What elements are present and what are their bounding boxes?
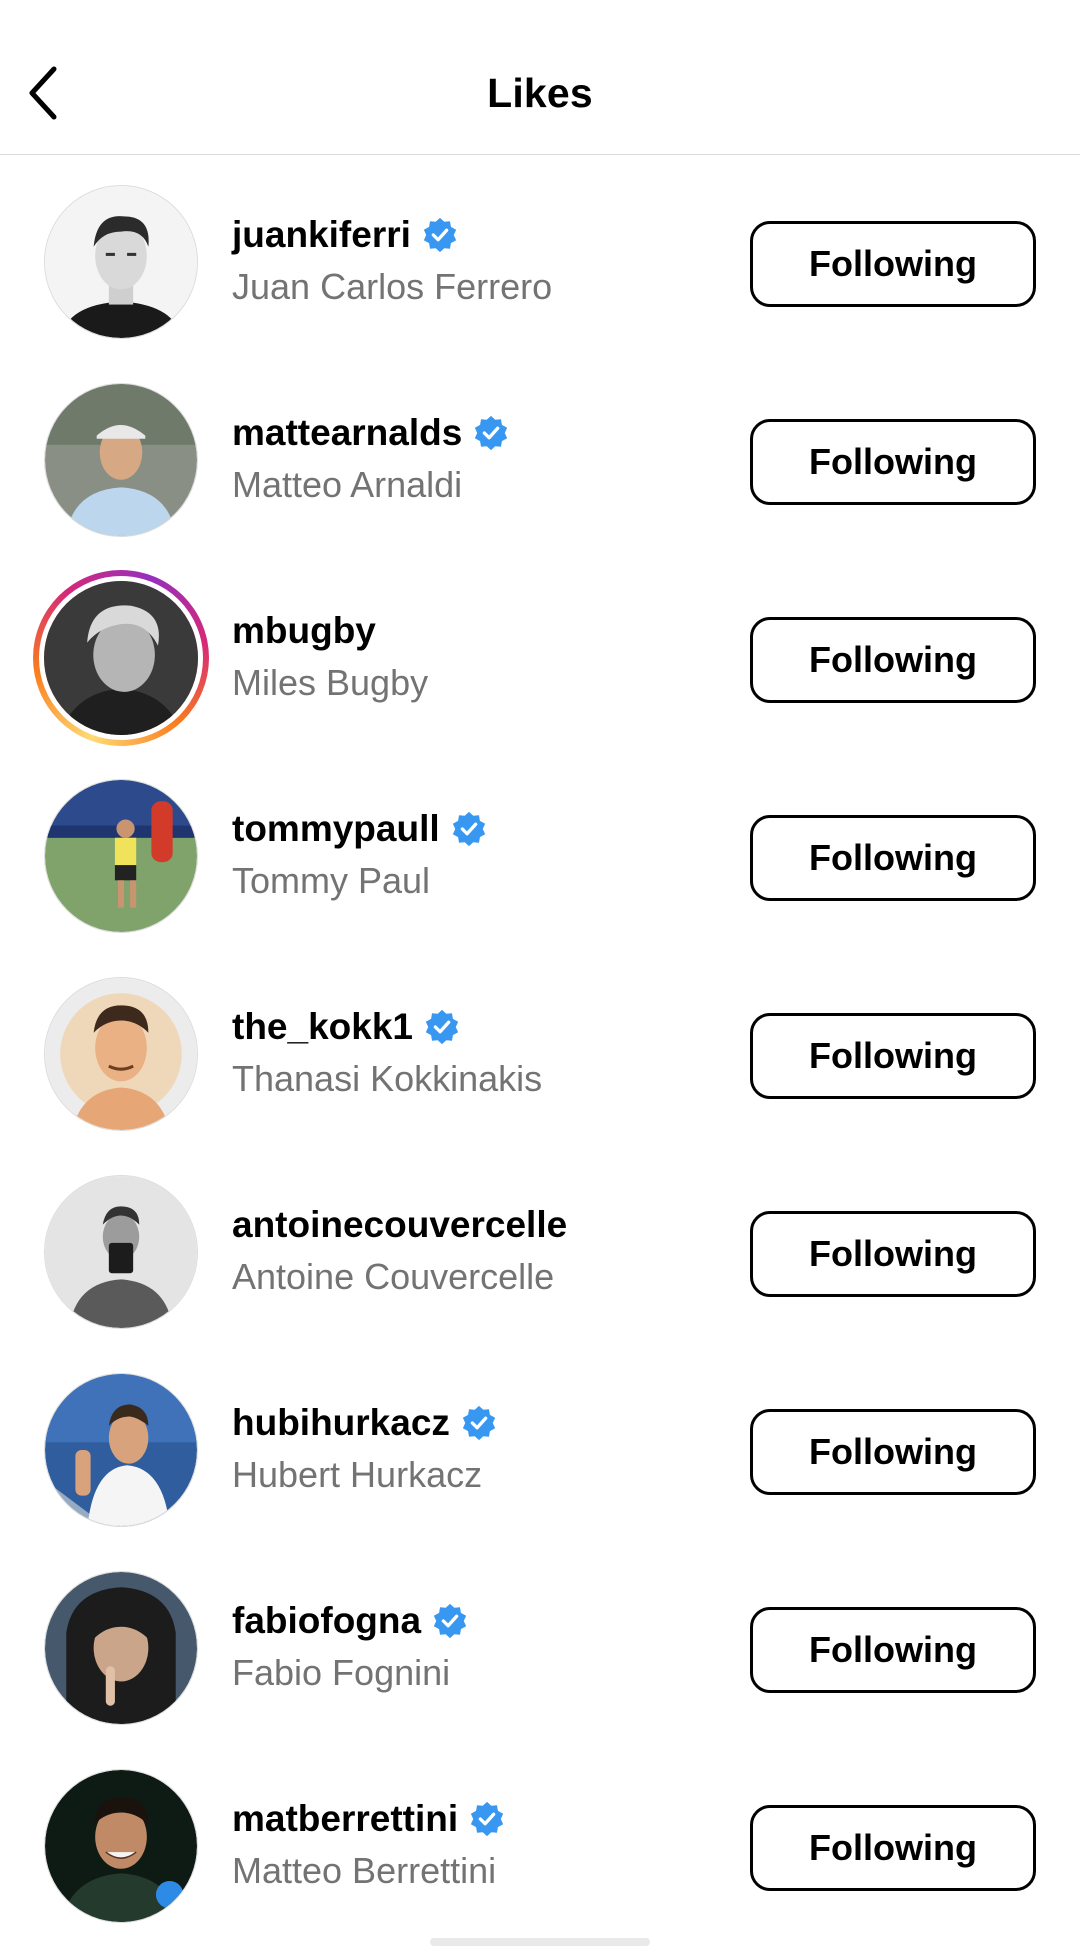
- verified-badge-icon: [462, 1405, 496, 1441]
- home-indicator[interactable]: [430, 1938, 650, 1946]
- verified-badge-icon: [425, 1009, 459, 1045]
- page-title: Likes: [487, 70, 593, 116]
- full-name: Juan Carlos Ferrero: [232, 266, 553, 307]
- profile-photo-icon: [45, 384, 197, 536]
- list-item[interactable]: mbugby Miles Bugby Following: [0, 566, 1080, 764]
- username[interactable]: juankiferri: [232, 214, 411, 256]
- list-item[interactable]: fabiofogna Fabio Fognini Following: [0, 1556, 1080, 1754]
- following-button[interactable]: Following: [750, 419, 1036, 505]
- full-name: Antoine Couvercelle: [232, 1256, 555, 1297]
- following-button[interactable]: Following: [750, 815, 1036, 901]
- likes-list: juankiferri Juan Carlos Ferrero Followin…: [0, 170, 1080, 1952]
- username[interactable]: hubihurkacz: [232, 1402, 450, 1444]
- following-button[interactable]: Following: [750, 1013, 1036, 1099]
- verified-badge-icon: [423, 217, 457, 253]
- full-name: Fabio Fognini: [232, 1652, 451, 1693]
- full-name: Hubert Hurkacz: [232, 1454, 483, 1495]
- verified-badge-icon: [475, 415, 508, 451]
- full-name: Tommy Paul: [232, 860, 431, 901]
- profile-photo-icon: [45, 1572, 197, 1724]
- full-name: Thanasi Kokkinakis: [232, 1058, 543, 1099]
- profile-photo-icon: [45, 1176, 197, 1328]
- avatar[interactable]: [44, 1373, 198, 1527]
- list-item[interactable]: juankiferri Juan Carlos Ferrero Followin…: [0, 170, 1080, 368]
- avatar-with-story-ring[interactable]: [33, 570, 209, 746]
- username[interactable]: tommypaull: [232, 808, 440, 850]
- profile-photo-icon: [45, 186, 197, 338]
- following-button[interactable]: Following: [750, 1211, 1036, 1297]
- following-button[interactable]: Following: [750, 1607, 1036, 1693]
- username[interactable]: antoinecouvercelle: [232, 1204, 567, 1246]
- full-name: Miles Bugby: [232, 662, 429, 703]
- avatar[interactable]: [44, 383, 198, 537]
- avatar[interactable]: [44, 1769, 198, 1923]
- profile-photo-icon: [45, 978, 197, 1130]
- username[interactable]: mattearnalds: [232, 412, 462, 454]
- following-button[interactable]: Following: [750, 1805, 1036, 1891]
- list-item[interactable]: matberrettini Matteo Berrettini Followin…: [0, 1754, 1080, 1952]
- profile-photo-icon: [45, 780, 197, 932]
- avatar[interactable]: [44, 779, 198, 933]
- full-name: Matteo Berrettini: [232, 1850, 497, 1891]
- username[interactable]: matberrettini: [232, 1798, 458, 1840]
- avatar[interactable]: [44, 185, 198, 339]
- avatar[interactable]: [44, 1571, 198, 1725]
- list-item[interactable]: mattearnalds Matteo Arnaldi Following: [0, 368, 1080, 566]
- profile-photo-icon: [45, 1770, 197, 1922]
- list-item[interactable]: the_kokk1 Thanasi Kokkinakis Following: [0, 962, 1080, 1160]
- profile-photo-icon: [45, 1374, 197, 1526]
- verified-badge-icon: [433, 1603, 467, 1639]
- username[interactable]: the_kokk1: [232, 1006, 413, 1048]
- verified-badge-icon: [452, 811, 485, 847]
- following-button[interactable]: Following: [750, 617, 1036, 703]
- username[interactable]: mbugby: [232, 610, 376, 652]
- list-item[interactable]: antoinecouvercelle Antoine Couvercelle F…: [0, 1160, 1080, 1358]
- top-navigation-bar: Likes: [0, 0, 1080, 155]
- following-button[interactable]: Following: [750, 1409, 1036, 1495]
- avatar[interactable]: [44, 1175, 198, 1329]
- following-button[interactable]: Following: [750, 221, 1036, 307]
- list-item[interactable]: hubihurkacz Hubert Hurkacz Following: [0, 1358, 1080, 1556]
- username[interactable]: fabiofogna: [232, 1600, 421, 1642]
- list-item[interactable]: tommypaull Tommy Paul Following: [0, 764, 1080, 962]
- avatar[interactable]: [44, 977, 198, 1131]
- full-name: Matteo Arnaldi: [232, 464, 463, 505]
- profile-photo-icon: [44, 581, 198, 735]
- verified-badge-icon: [471, 1801, 504, 1837]
